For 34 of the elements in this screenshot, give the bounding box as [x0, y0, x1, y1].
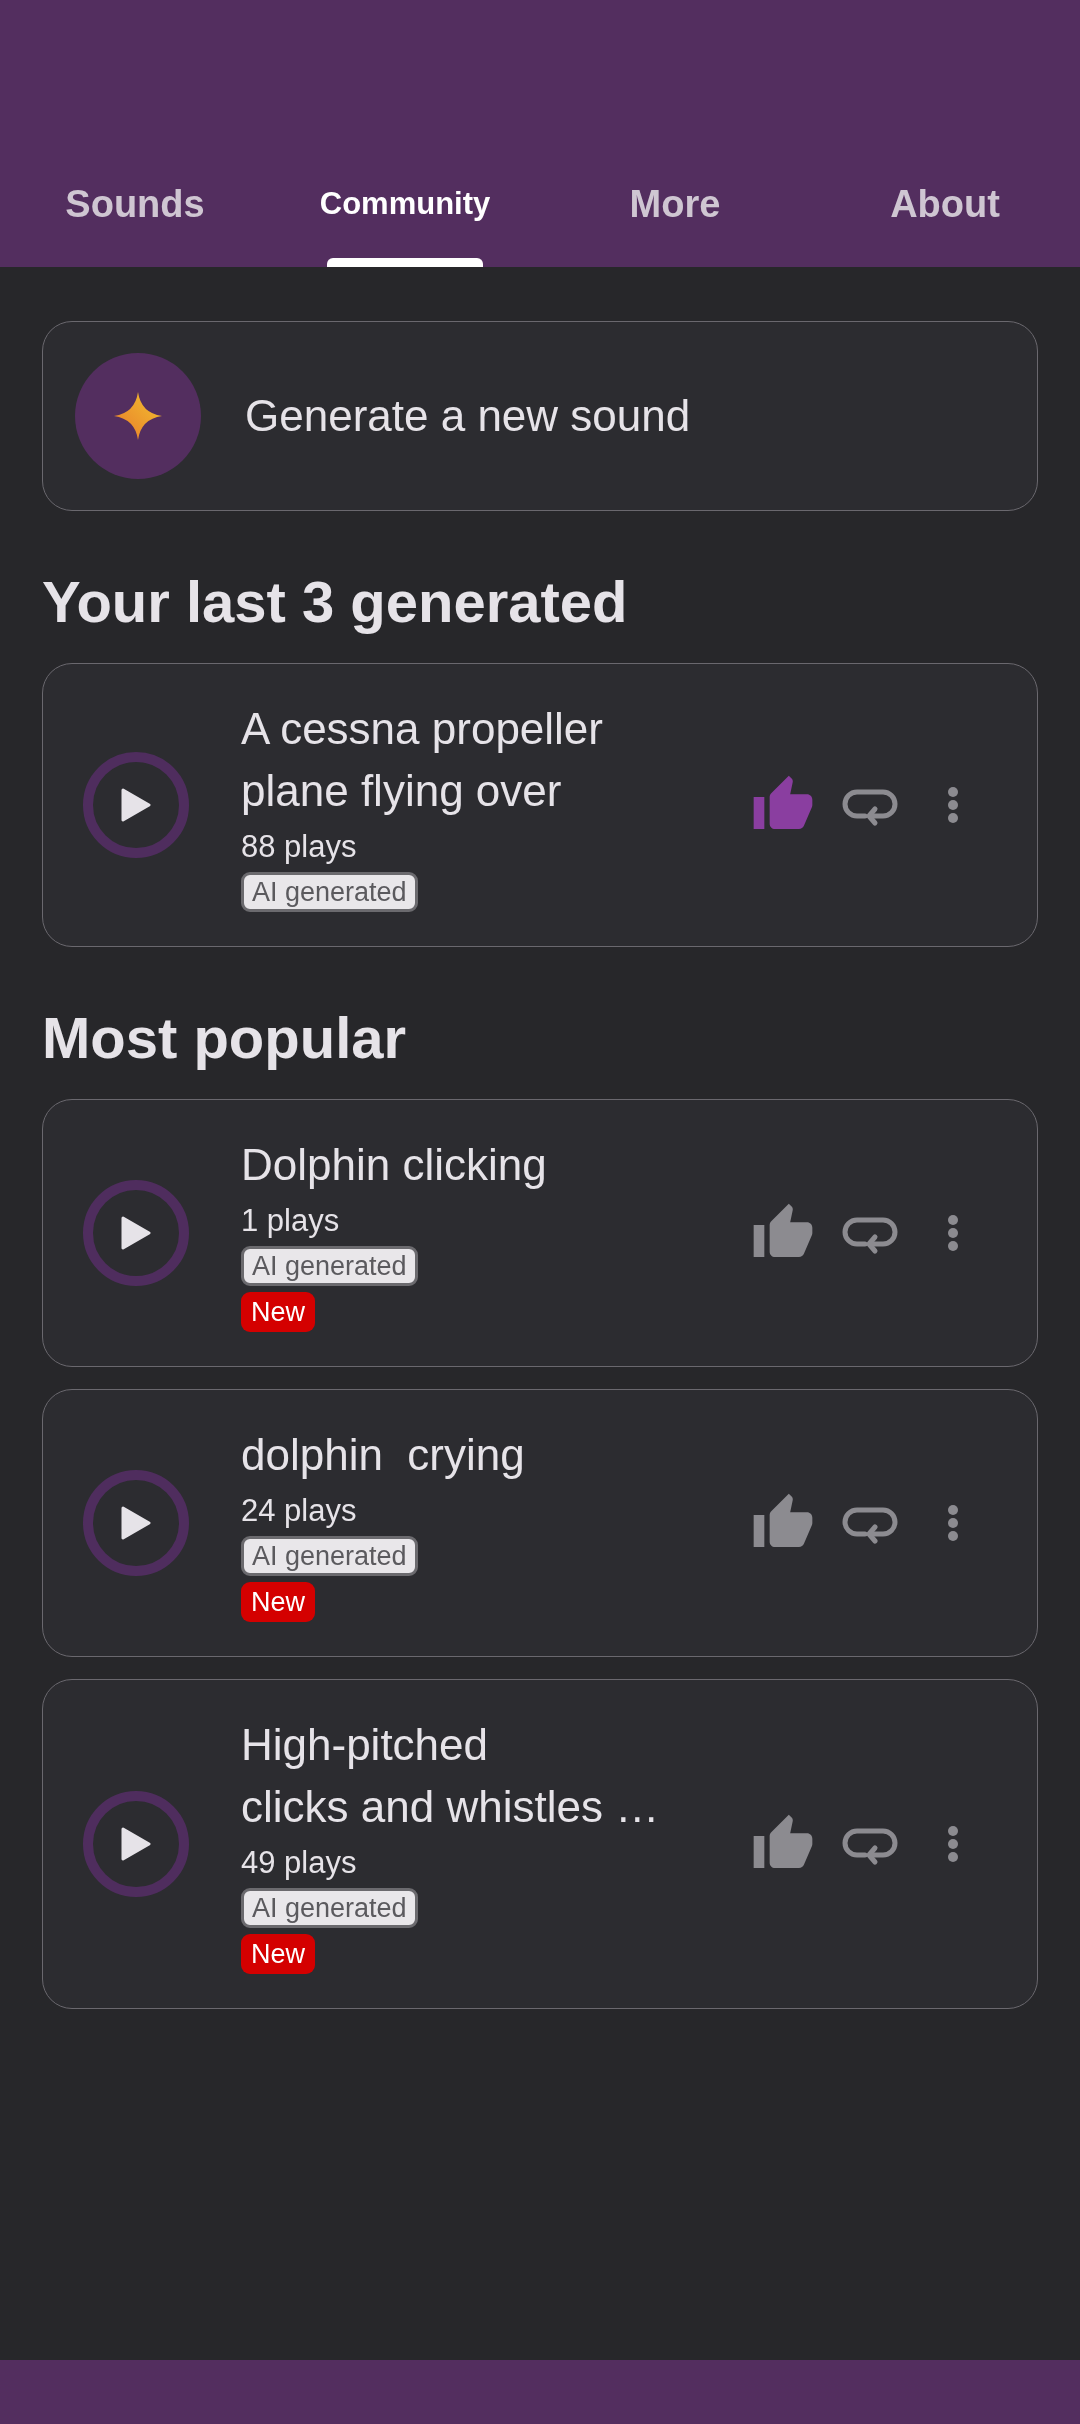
more-vert-icon: [947, 1214, 959, 1252]
generate-sound-button[interactable]: Generate a new sound: [42, 321, 1038, 511]
ai-generated-tag: AI generated: [241, 1888, 418, 1928]
play-button[interactable]: [83, 1791, 189, 1897]
play-button[interactable]: [83, 1470, 189, 1576]
new-badge: New: [241, 1582, 315, 1622]
play-icon: [121, 1216, 151, 1250]
more-vert-icon: [947, 1825, 959, 1863]
sound-title: dolphin crying: [241, 1429, 526, 1481]
more-vert-icon: [947, 786, 959, 824]
play-icon: [121, 1506, 151, 1540]
play-icon: [121, 1827, 151, 1861]
sound-title: Dolphin clicking: [241, 1139, 548, 1191]
sound-title: A cessna propeller plane flying over: [241, 703, 604, 817]
play-icon: [121, 788, 151, 822]
tab[interactable]: Sounds: [0, 180, 270, 267]
play-count: 1 plays: [241, 1202, 340, 1240]
play-button[interactable]: [83, 752, 189, 858]
tab[interactable]: About: [810, 180, 1080, 267]
ai-generated-tag: AI generated: [241, 1246, 418, 1286]
new-badge: New: [241, 1934, 315, 1974]
play-count: 88 plays: [241, 828, 357, 866]
play-count: 24 plays: [241, 1492, 357, 1530]
new-badge: New: [241, 1292, 315, 1332]
tab[interactable]: More: [540, 180, 810, 267]
play-button[interactable]: [83, 1180, 189, 1286]
more-vert-icon: [947, 1504, 959, 1542]
ai-generated-tag: AI generated: [241, 872, 418, 912]
play-count: 49 plays: [241, 1844, 357, 1882]
ai-generated-tag: AI generated: [241, 1536, 418, 1576]
tab[interactable]: Community: [270, 180, 540, 267]
section-heading: Most popular: [42, 1004, 407, 1072]
section-heading: Your last 3 generated: [42, 568, 628, 636]
sound-title: High-pitched clicks and whistles …: [241, 1719, 661, 1833]
